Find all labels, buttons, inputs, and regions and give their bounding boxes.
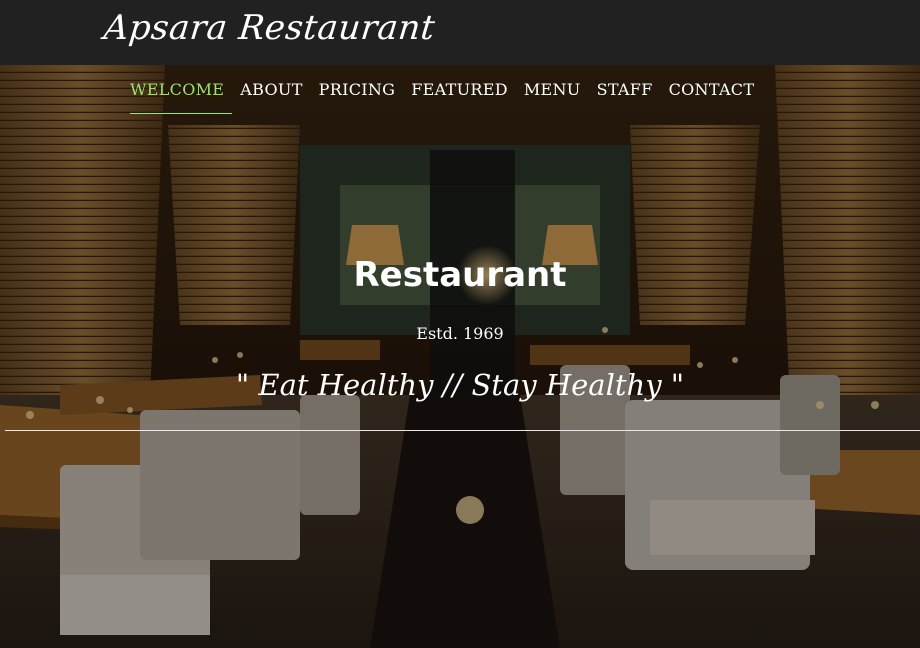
nav-staff[interactable]: STAFF — [589, 80, 661, 114]
hero-title: Restaurant — [353, 255, 567, 295]
main-nav: WELCOME ABOUT PRICING FEATURED MENU STAF… — [130, 80, 762, 114]
restaurant-interior-image — [0, 65, 920, 648]
nav-menu[interactable]: MENU — [516, 80, 589, 114]
hero-tagline: " Eat Healthy // Stay Healthy " — [235, 368, 685, 402]
nav-pricing[interactable]: PRICING — [311, 80, 404, 114]
divider — [5, 430, 920, 431]
hero-established: Estd. 1969 — [416, 324, 504, 343]
brand-logo[interactable]: Apsara Restaurant — [102, 8, 437, 48]
nav-welcome[interactable]: WELCOME — [130, 80, 233, 114]
nav-contact[interactable]: CONTACT — [661, 80, 763, 114]
hero-section — [0, 65, 920, 648]
top-bar: Apsara Restaurant — [0, 0, 920, 65]
nav-about[interactable]: ABOUT — [232, 80, 310, 114]
nav-featured[interactable]: FEATURED — [403, 80, 516, 114]
